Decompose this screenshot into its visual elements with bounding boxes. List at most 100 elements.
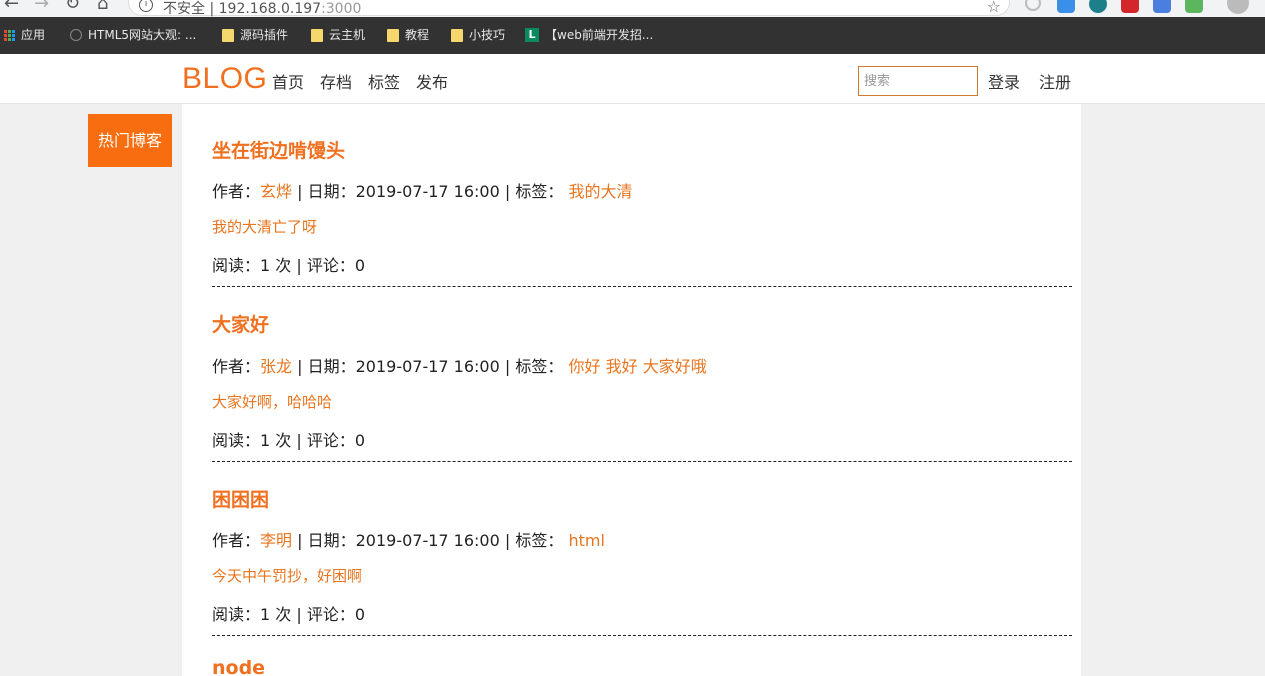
home-icon[interactable]: ⌂	[97, 0, 108, 13]
bookmark-label: HTML5网站大观: ...	[88, 28, 197, 42]
author-label: 作者：	[212, 531, 261, 550]
address-host: 192.168.0.197	[218, 1, 322, 17]
tag-link[interactable]: 大家好哦	[643, 357, 707, 376]
post-excerpt[interactable]: 我的大清亡了呀	[212, 216, 317, 237]
folder-icon	[311, 28, 323, 42]
read-count: 1	[260, 256, 271, 275]
author-link[interactable]: 李明	[260, 531, 292, 550]
post-date: 2019-07-17 16:00	[355, 182, 500, 201]
bookmarks-bar: 应用 HTML5网站大观: ... 源码插件 云主机 教程 小技巧 L 【web前…	[0, 22, 1265, 50]
forward-icon[interactable]: →	[34, 0, 49, 13]
post-divider	[212, 461, 1072, 462]
bookmark-label: 应用	[21, 28, 46, 42]
extension-color-icon[interactable]	[1185, 0, 1203, 13]
extension-pen-icon[interactable]	[1057, 0, 1075, 13]
post-stats: 阅读：1 次 | 评论：0	[212, 427, 365, 451]
site-logo[interactable]: BLOG	[182, 62, 267, 96]
read-count: 1	[260, 431, 271, 450]
post-stats: 阅读：1 次 | 评论：0	[212, 601, 365, 625]
post-excerpt[interactable]: 今天中午罚抄，好困啊	[212, 565, 362, 586]
bookmark-web-jobs[interactable]: L 【web前端开发招...	[525, 27, 653, 43]
search-input[interactable]	[858, 66, 978, 96]
date-label: | 日期：	[292, 357, 356, 376]
reads-label: 阅读：	[212, 256, 261, 275]
bookmark-folder-tutorials[interactable]: 教程	[387, 27, 429, 43]
hot-blogs-button[interactable]: 热门博客	[88, 114, 172, 167]
post-title[interactable]: 困困困	[212, 485, 269, 512]
comment-count: 0	[354, 256, 366, 275]
post-excerpt[interactable]: 大家好啊，哈哈哈	[212, 391, 332, 412]
back-icon[interactable]: ←	[4, 0, 19, 13]
folder-icon	[451, 28, 463, 42]
bookmark-label: 小技巧	[469, 28, 506, 42]
comment-count: 0	[354, 605, 366, 624]
post-title[interactable]: 坐在街边啃馒头	[212, 136, 345, 163]
nav-publish[interactable]: 发布	[416, 69, 448, 93]
tag-link[interactable]: 我好	[606, 357, 638, 376]
bookmark-apps[interactable]: 应用	[4, 27, 45, 43]
nav-archive[interactable]: 存档	[320, 69, 352, 93]
read-count: 1	[260, 605, 271, 624]
apps-icon	[4, 29, 15, 41]
address-prefix: 不安全 |	[163, 1, 219, 17]
bookmark-label: 源码插件	[240, 28, 289, 42]
extension-translate-icon[interactable]	[1153, 0, 1171, 13]
reads-label: 阅读：	[212, 605, 261, 624]
tag-link[interactable]: 你好	[568, 357, 600, 376]
l-logo-icon: L	[525, 28, 539, 42]
bookmark-label: 【web前端开发招...	[545, 28, 654, 42]
address-port: :3000	[321, 1, 362, 17]
profile-avatar[interactable]	[1227, 0, 1249, 14]
post-divider	[212, 286, 1072, 287]
author-link[interactable]: 张龙	[260, 357, 292, 376]
bookmark-star-icon[interactable]: ☆	[987, 0, 1001, 16]
post-meta: 作者：玄烨 | 日期：2019-07-17 16:00 | 标签： 我的大清	[212, 178, 632, 202]
post-date: 2019-07-17 16:00	[355, 357, 500, 376]
post-title[interactable]: 大家好	[212, 310, 269, 337]
post-date: 2019-07-17 16:00	[355, 531, 500, 550]
extension-c-icon[interactable]	[1025, 0, 1041, 11]
post-meta: 作者：李明 | 日期：2019-07-17 16:00 | 标签： html	[212, 527, 605, 551]
folder-icon	[222, 28, 234, 42]
reload-icon[interactable]: ↻	[65, 0, 80, 13]
reads-label: 阅读：	[212, 431, 261, 450]
tag-link[interactable]: html	[568, 531, 604, 550]
address-row: ← → ↻ ⌂ i 不安全 | 192.168.0.197:3000 ☆	[0, 0, 1265, 17]
author-link[interactable]: 玄烨	[260, 182, 292, 201]
author-label: 作者：	[212, 182, 261, 201]
address-bar[interactable]: i 不安全 | 192.168.0.197:3000 ☆	[128, 0, 1010, 17]
site-header: BLOG 首页 存档 标签 发布 登录 注册	[0, 54, 1265, 104]
address-text: 不安全 | 192.168.0.197:3000	[163, 0, 361, 17]
browser-chrome: ← → ↻ ⌂ i 不安全 | 192.168.0.197:3000 ☆ 应用 …	[0, 0, 1265, 54]
post-stats: 阅读：1 次 | 评论：0	[212, 252, 365, 276]
extension-circle-icon[interactable]	[1089, 0, 1107, 13]
nav-tags[interactable]: 标签	[368, 69, 400, 93]
date-label: | 日期：	[292, 182, 356, 201]
tags-label: | 标签：	[499, 531, 564, 550]
post-meta: 作者：张龙 | 日期：2019-07-17 16:00 | 标签： 你好 我好 …	[212, 353, 707, 377]
bookmark-folder-cloud[interactable]: 云主机	[311, 27, 365, 43]
post-list: 坐在街边啃馒头 作者：玄烨 | 日期：2019-07-17 16:00 | 标签…	[182, 104, 1081, 676]
post-title[interactable]: node	[212, 657, 265, 676]
comments-label: 次 | 评论：	[270, 256, 355, 275]
folder-icon	[387, 28, 399, 42]
bookmark-label: 云主机	[329, 28, 366, 42]
extension-shield-icon[interactable]	[1121, 0, 1139, 13]
bookmark-folder-tips[interactable]: 小技巧	[451, 27, 505, 43]
comments-label: 次 | 评论：	[270, 605, 355, 624]
comment-count: 0	[354, 431, 366, 450]
tag-link[interactable]: 我的大清	[568, 182, 632, 201]
register-link[interactable]: 注册	[1039, 69, 1071, 93]
info-icon[interactable]: i	[139, 0, 153, 12]
comments-label: 次 | 评论：	[270, 431, 355, 450]
bookmark-html5[interactable]: HTML5网站大观: ...	[70, 27, 196, 43]
tags-label: | 标签：	[499, 182, 564, 201]
site-icon	[70, 29, 82, 41]
bookmark-folder-plugins[interactable]: 源码插件	[222, 27, 288, 43]
login-link[interactable]: 登录	[988, 69, 1020, 93]
nav-home[interactable]: 首页	[272, 69, 304, 93]
author-label: 作者：	[212, 357, 261, 376]
date-label: | 日期：	[292, 531, 356, 550]
post-divider	[212, 635, 1072, 636]
main-nav: 首页 存档 标签 发布	[272, 69, 448, 93]
